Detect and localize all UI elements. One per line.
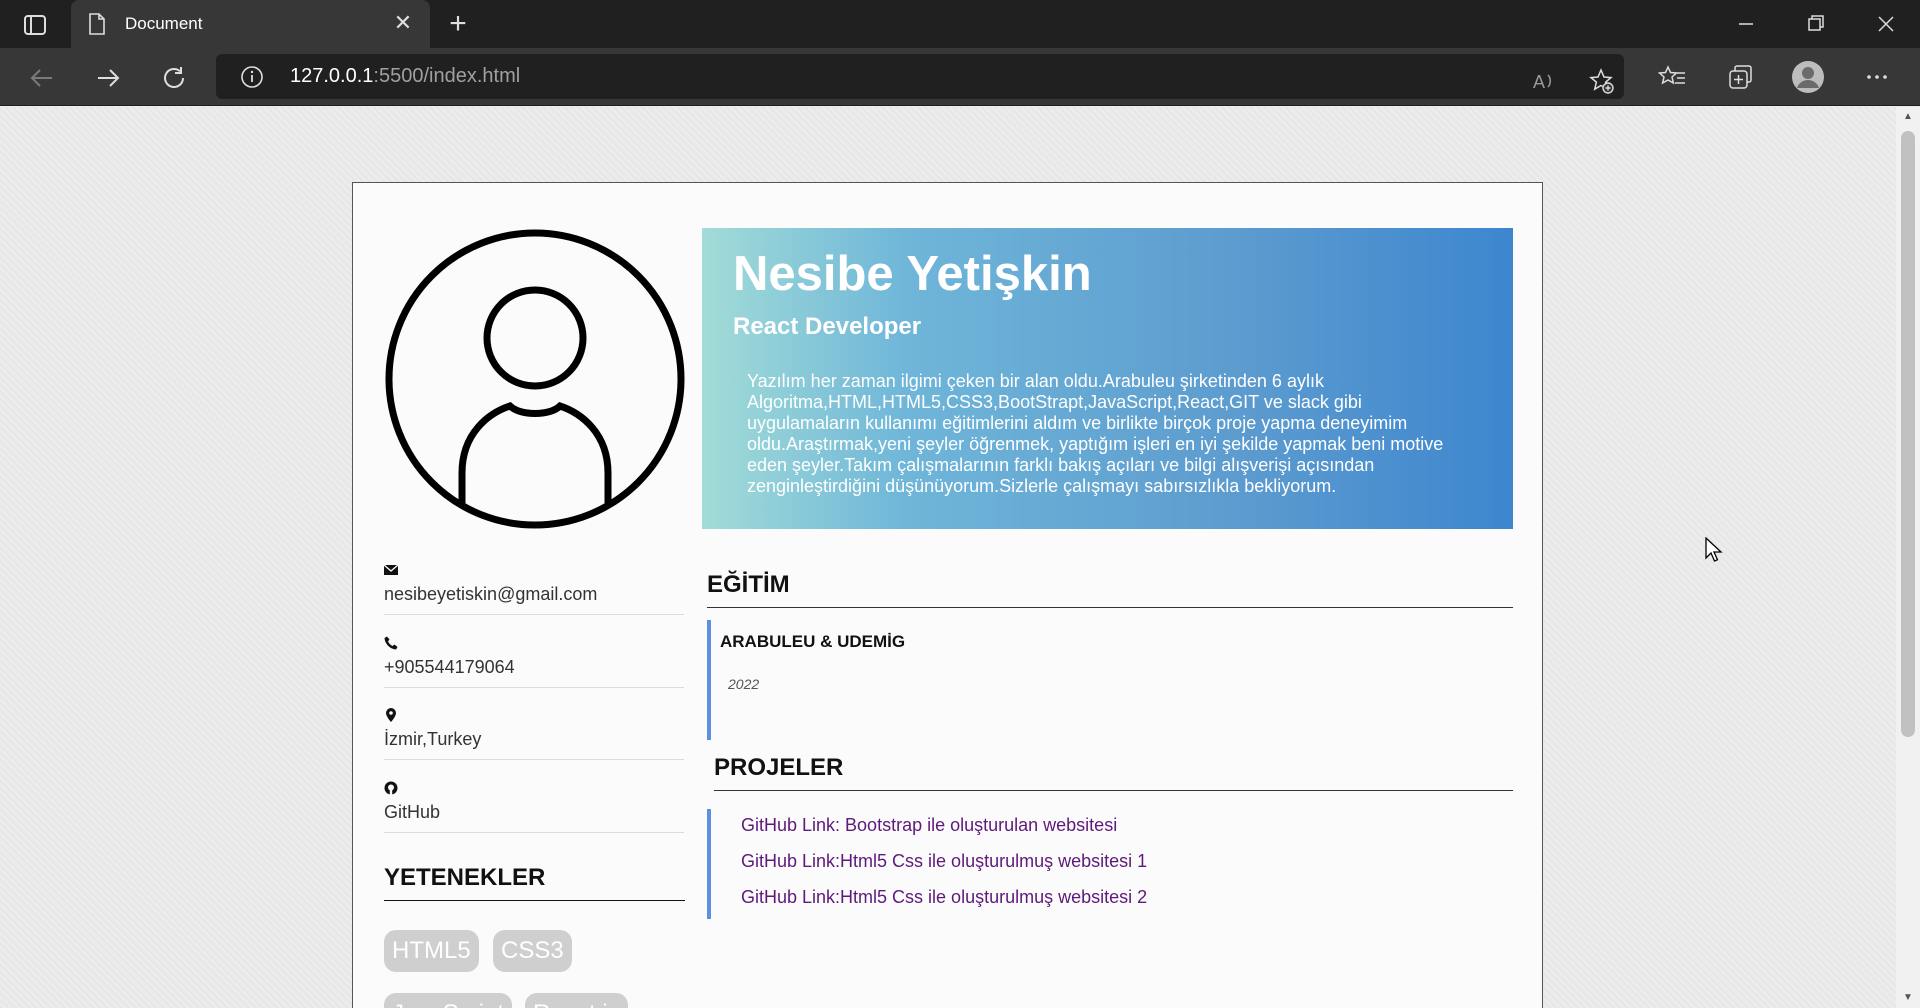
skill-tag: HTML5 <box>384 930 479 972</box>
resume-card: Nesibe Yetişkin React Developer Yazılım … <box>352 182 1543 1008</box>
browser-tab-bar: Document ✕ + <box>0 0 1920 48</box>
page-viewport: Nesibe Yetişkin React Developer Yazılım … <box>0 107 1896 1008</box>
map-marker-icon <box>384 708 398 722</box>
contact-phone: +905544179064 <box>384 628 684 688</box>
restore-icon[interactable] <box>1798 8 1834 40</box>
contact-location: İzmir,Turkey <box>384 700 684 760</box>
close-window-icon[interactable] <box>1868 8 1904 40</box>
refresh-icon[interactable] <box>158 62 190 94</box>
education-institution: ARABULEU & UDEMİG <box>720 632 906 651</box>
github-icon <box>384 781 398 795</box>
scroll-down-arrow-icon[interactable]: ▼ <box>1902 992 1914 1004</box>
minimize-icon[interactable] <box>1728 8 1764 40</box>
project-link[interactable]: GitHub Link: Bootstrap ile oluşturulan w… <box>741 815 1117 836</box>
read-aloud-icon[interactable]: A <box>1529 66 1559 96</box>
phone-icon <box>384 636 398 650</box>
projects-heading: PROJELER <box>714 754 1513 791</box>
document-icon <box>88 13 106 35</box>
projects-list: GitHub Link: Bootstrap ile oluşturulan w… <box>707 809 1513 919</box>
location-text: İzmir,Turkey <box>384 729 482 749</box>
phone-text[interactable]: +905544179064 <box>384 657 515 678</box>
browser-tab[interactable]: Document ✕ <box>71 0 430 48</box>
new-tab-button[interactable]: + <box>443 9 473 40</box>
contact-email: nesibeyetiskin@gmail.com <box>383 555 684 615</box>
scroll-thumb[interactable] <box>1901 131 1915 737</box>
site-info-icon[interactable] <box>240 65 264 89</box>
project-link[interactable]: GitHub Link:Html5 Css ile oluşturulmuş w… <box>741 887 1147 908</box>
add-favorite-icon[interactable] <box>1586 66 1616 96</box>
tab-actions-icon[interactable] <box>20 12 50 38</box>
forward-arrow-icon[interactable] <box>92 62 124 94</box>
skills-heading: YETENEKLER <box>384 864 685 901</box>
github-link[interactable]: GitHub <box>384 802 440 823</box>
close-tab-icon[interactable]: ✕ <box>392 12 414 34</box>
page-scrollbar[interactable]: ▲ ▼ <box>1896 107 1920 1008</box>
collections-icon[interactable] <box>1726 62 1756 92</box>
email-text[interactable]: nesibeyetiskin@gmail.com <box>384 584 597 605</box>
svg-text:A: A <box>1533 72 1545 92</box>
address-bar-row: 127.0.0.1:5500/index.html A <box>0 48 1920 106</box>
education-year: 2022 <box>728 676 760 692</box>
profile-name: Nesibe Yetişkin <box>733 247 1092 301</box>
mouse-cursor-icon <box>1705 536 1725 563</box>
profile-header: Nesibe Yetişkin React Developer Yazılım … <box>702 228 1513 529</box>
url-text[interactable]: 127.0.0.1:5500/index.html <box>290 65 520 88</box>
more-options-icon[interactable] <box>1862 62 1892 92</box>
skill-tag: React.js <box>525 993 628 1008</box>
back-arrow-icon[interactable] <box>26 62 58 94</box>
scroll-up-arrow-icon[interactable]: ▲ <box>1902 111 1914 123</box>
profile-avatar-icon <box>384 228 686 530</box>
contact-github[interactable]: GitHub <box>384 773 684 833</box>
education-heading: EĞİTİM <box>707 571 1513 608</box>
skill-tag: CSS3 <box>493 930 572 972</box>
skill-tag: JavaScript <box>384 993 513 1008</box>
url-bar[interactable]: 127.0.0.1:5500/index.html A <box>216 54 1624 99</box>
tab-title: Document <box>125 14 203 33</box>
envelope-icon <box>383 563 399 577</box>
profile-about: Yazılım her zaman ilgimi çeken bir alan … <box>747 371 1444 496</box>
education-entry: ARABULEU & UDEMİG 2022 <box>707 620 1513 740</box>
project-link[interactable]: GitHub Link:Html5 Css ile oluşturulmuş w… <box>741 851 1147 872</box>
favorites-icon[interactable] <box>1657 62 1688 92</box>
profile-avatar-icon[interactable] <box>1791 60 1825 94</box>
profile-role: React Developer <box>733 313 922 340</box>
